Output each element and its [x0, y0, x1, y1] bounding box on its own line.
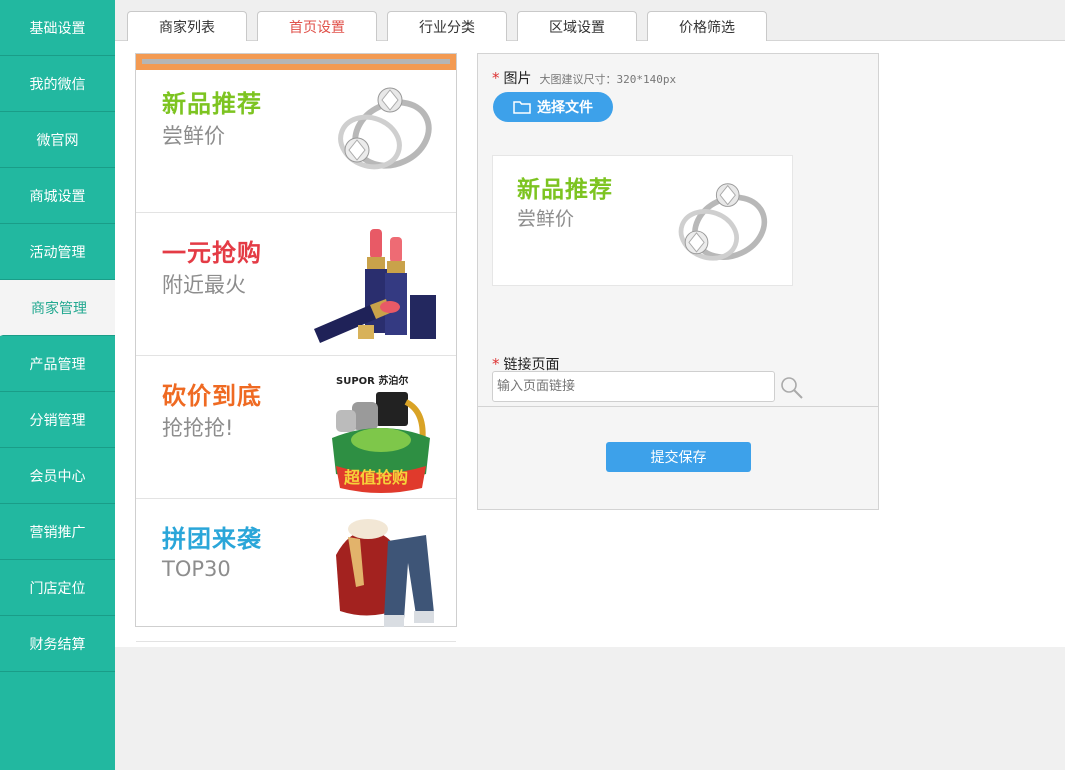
preview-image-title: 新品推荐: [517, 177, 613, 203]
main-content: 新品推荐 尝鲜价 一元抢购 附近最火 砍价到底 抢抢抢! SUPOR 苏泊尔 超…: [115, 41, 1065, 647]
preview-header-bar: [136, 54, 456, 70]
ring-icon: [338, 87, 432, 170]
sidebar-item-my-wechat[interactable]: 我的微信: [0, 56, 115, 112]
image-field-label: * 图片 大图建议尺寸：320*140px: [492, 68, 676, 88]
sidebar-item-mall-settings[interactable]: 商城设置: [0, 168, 115, 224]
banner-group-buy[interactable]: 拼团来袭 TOP30: [136, 499, 456, 642]
tab-homepage-settings[interactable]: 首页设置: [257, 11, 377, 41]
tab-price-filter[interactable]: 价格筛选: [647, 11, 767, 41]
search-icon[interactable]: [780, 376, 804, 400]
banner-title: 一元抢购: [162, 239, 262, 267]
sidebar-item-micro-site[interactable]: 微官网: [0, 112, 115, 168]
sidebar: 基础设置 我的微信 微官网 商城设置 活动管理 商家管理 产品管理 分销管理 会…: [0, 0, 115, 770]
sidebar-item-basic-settings[interactable]: 基础设置: [0, 0, 115, 56]
banner-edit-form: * 图片 大图建议尺寸：320*140px 选择文件 新品推荐 尝鲜价 * 链接页面: [477, 53, 879, 510]
homepage-preview: 新品推荐 尝鲜价 一元抢购 附近最火 砍价到底 抢抢抢! SUPOR 苏泊尔 超…: [135, 53, 457, 642]
image-size-hint: 大图建议尺寸：320*140px: [539, 73, 677, 86]
preview-image-subtitle: 尝鲜价: [517, 208, 575, 230]
banner-title: 砍价到底: [162, 382, 262, 410]
sidebar-item-distribution-management[interactable]: 分销管理: [0, 392, 115, 448]
folder-icon: [513, 101, 531, 114]
uploaded-image-preview: 新品推荐 尝鲜价: [492, 155, 793, 286]
banner-new-products[interactable]: 新品推荐 尝鲜价: [136, 70, 456, 213]
banner-bargain[interactable]: 砍价到底 抢抢抢! SUPOR 苏泊尔 超值抢购: [136, 356, 456, 499]
sidebar-item-marketing[interactable]: 营销推广: [0, 504, 115, 560]
tab-region-settings[interactable]: 区域设置: [517, 11, 637, 41]
form-divider: [478, 406, 878, 407]
choose-file-label: 选择文件: [537, 100, 593, 116]
brand-logo-text: SUPOR 苏泊尔: [336, 376, 409, 387]
ring-icon: [678, 183, 768, 261]
sidebar-item-activity-management[interactable]: 活动管理: [0, 224, 115, 280]
promo-badge-text: 超值抢购: [344, 468, 409, 487]
sidebar-item-store-location[interactable]: 门店定位: [0, 560, 115, 616]
link-page-input[interactable]: [492, 371, 775, 402]
banner-subtitle: 尝鲜价: [162, 124, 225, 148]
banner-subtitle: 附近最火: [162, 273, 246, 297]
image-label-text: 图片: [503, 71, 532, 87]
tab-bar: 商家列表 首页设置 行业分类 区域设置 价格筛选: [115, 0, 1065, 41]
sidebar-item-member-center[interactable]: 会员中心: [0, 448, 115, 504]
banner-subtitle: 抢抢抢!: [162, 416, 234, 440]
tab-industry-category[interactable]: 行业分类: [387, 11, 507, 41]
sidebar-item-finance-settlement[interactable]: 财务结算: [0, 616, 115, 672]
lipstick-icon: [314, 229, 436, 343]
tab-merchant-list[interactable]: 商家列表: [127, 11, 247, 41]
banner-title: 新品推荐: [162, 90, 262, 118]
sidebar-item-product-management[interactable]: 产品管理: [0, 336, 115, 392]
clothes-icon: [336, 519, 434, 627]
submit-save-button[interactable]: 提交保存: [606, 442, 751, 472]
required-marker: *: [492, 69, 500, 87]
sidebar-item-merchant-management[interactable]: 商家管理: [0, 280, 115, 336]
banner-subtitle: TOP30: [162, 557, 231, 581]
banner-title: 拼团来袭: [162, 525, 262, 553]
banner-one-yuan-flash[interactable]: 一元抢购 附近最火: [136, 213, 456, 356]
choose-file-button[interactable]: 选择文件: [493, 92, 613, 122]
